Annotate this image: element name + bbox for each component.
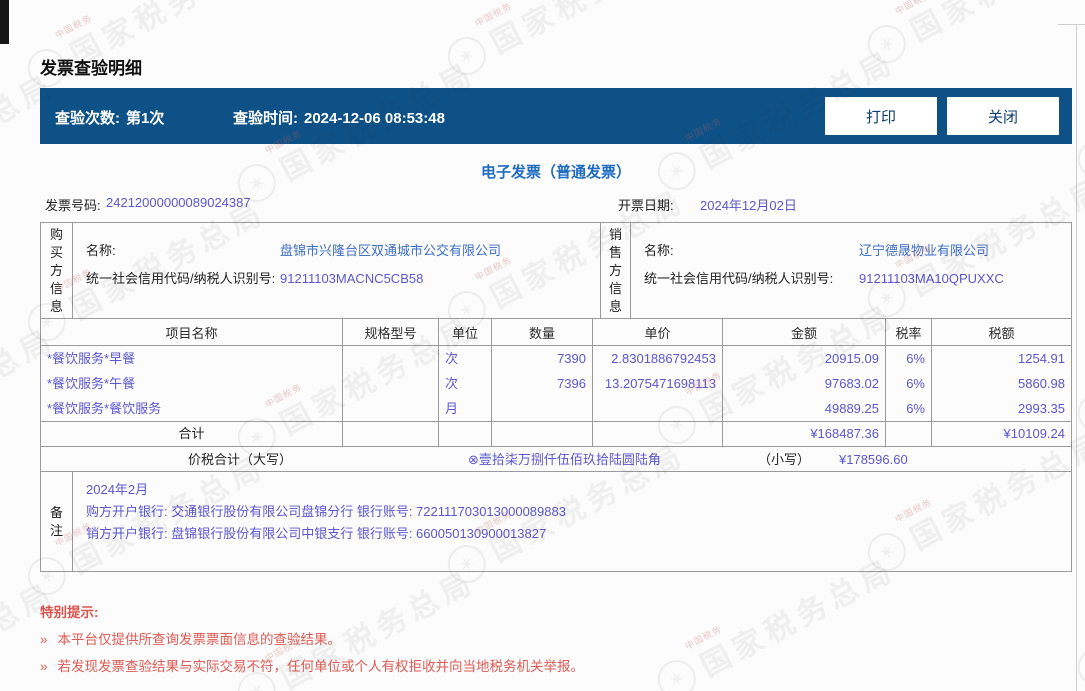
remark-line: 购方开户银行: 交通银行股份有限公司盘锦分行 银行账号: 72211170301… [86,504,566,519]
header-qty: 数量 [492,319,593,345]
header-amount: 金额 [723,319,886,345]
buyer-name-label: 名称: [86,243,116,258]
watermark-subtext: 中国税务 [473,0,514,29]
buyer-panel: 购买方信息 名称: 盘锦市兴隆台区双通城市公交有限公司 统一社会信用代码/纳税人… [41,223,601,318]
grand-total-row: 价税合计（大写） ⊗壹拾柒万捌仟伍佰玖拾陆圆陆角 （小写） ¥178596.60 [41,447,1071,472]
remark-line: 销方开户银行: 盘锦银行股份有限公司中银支行 银行账号: 66005013090… [86,526,547,541]
header-unit: 单位 [439,319,492,345]
header-tax: 税额 [988,325,1015,341]
issue-date-value: 2024年12月02日 [700,198,797,213]
check-time-field: 查验时间: 2024-12-06 08:53:48 [233,107,445,128]
watermark-subtext: 中国税务 [53,12,94,41]
notice-item: » 本平台仅提供所查询发票票面信息的查验结果。 [40,628,341,648]
tax-emblem-icon: ✶ [861,18,913,70]
watermark-tile: ✶中国税务国家税务总局 [860,0,1085,72]
watermark-text: 国家税务总局 [481,0,692,62]
print-button[interactable]: 打印 [825,97,937,135]
seller-name-label: 名称: [644,243,674,258]
invoice-number-value: 24212000000089024387 [106,195,251,210]
invoice-verification-page: 发票查验明细 查验次数: 第1次 查验时间: 2024-12-06 08:53:48… [0,0,1085,691]
chevron-bullet-icon: » [40,659,48,674]
verification-toolbar: 查验次数: 第1次 查验时间: 2024-12-06 08:53:48 打印 关闭 [40,88,1072,144]
header-rate: 税率 [886,319,932,345]
watermark-text: 国家税务总局 [901,0,1085,50]
grand-total-figures-label: （小写） [758,452,811,467]
notice-item: » 若发现发票查验结果与实际交易不符，任何单位或个人有权拒收并向当地税务机关举报。 [40,655,584,675]
header-item-name: 项目名称 [41,319,343,345]
seller-name-value: 辽宁德晟物业有限公司 [859,243,990,258]
check-count-field: 查验次数: 第1次 [55,107,164,128]
table-row: *餐饮服务*午餐 次 7396 13.2075471698113 97683.0… [41,371,1071,396]
totals-amount: ¥168487.36 [723,422,886,446]
grand-total-words-value: ⊗壹拾柒万捌仟伍佰玖拾陆圆陆角 [468,452,661,467]
notice-item-text: 若发现发票查验结果与实际交易不符，任何单位或个人有权拒收并向当地税务机关举报。 [57,659,585,674]
header-spec: 规格型号 [343,319,439,345]
invoice-type-title: 电子发票（普通发票） [480,164,631,181]
buyer-name-line: 名称: 盘锦市兴隆台区双通城市公交有限公司 [73,237,600,265]
seller-name-line: 名称: 辽宁德晟物业有限公司 [631,237,1071,265]
check-time-label: 查验时间: [233,110,298,127]
seller-info: 名称: 辽宁德晟物业有限公司 统一社会信用代码/纳税人识别号: 91211103… [631,223,1071,318]
invoice-number-label: 发票号码: [45,198,101,213]
container-right-border [1076,25,1077,691]
seller-side-label: 销售方信息 [601,223,631,318]
seller-taxid-label: 统一社会信用代码/纳税人识别号: [644,271,834,286]
notice-title: 特别提示: [40,605,99,620]
watermark-subtext: 中国税务 [683,623,724,652]
check-time-value: 2024-12-06 08:53:48 [304,110,445,127]
watermark-tile: ✶中国税务国家税务总局 [20,0,273,96]
chevron-bullet-icon: » [40,632,48,647]
items-table-header: 项目名称 规格型号 单位 数量 单价 金额 税率 税额 [41,319,1071,346]
totals-label: 合计 [41,422,343,446]
buyer-taxid-line: 统一社会信用代码/纳税人识别号: 91211103MACNC5CB58 [73,265,600,293]
buyer-side-label: 购买方信息 [41,223,73,318]
buyer-name-value: 盘锦市兴隆台区双通城市公交有限公司 [280,243,502,258]
buyer-info: 名称: 盘锦市兴隆台区双通城市公交有限公司 统一社会信用代码/纳税人识别号: 9… [73,223,600,318]
grand-total-words-label: 价税合计（大写） [187,452,292,467]
tax-emblem-icon: ✶ [1071,641,1085,691]
tax-emblem-icon: ✶ [441,30,493,82]
remark-line: 2024年2月 [86,482,149,497]
check-count-label: 查验次数: [55,110,120,127]
container-top-border [1058,24,1085,25]
header-price: 单价 [593,319,723,345]
page-title: 发票查验明细 [40,59,142,78]
grand-total-figures-value: ¥178596.60 [839,452,908,467]
window-edge-mark [0,0,9,44]
remarks-side-label: 备注 [41,472,73,572]
issue-date-label: 开票日期: [618,198,674,213]
tax-emblem-icon: ✶ [651,653,703,691]
check-count-value: 第1次 [126,110,165,127]
close-button[interactable]: 关闭 [947,97,1059,135]
table-row: *餐饮服务*早餐 次 7390 2.8301886792453 20915.09… [41,346,1071,371]
notice-item-text: 本平台仅提供所查询发票票面信息的查验结果。 [57,632,342,647]
seller-panel: 销售方信息 名称: 辽宁德晟物业有限公司 统一社会信用代码/纳税人识别号: 91… [601,223,1071,318]
watermark-tile: ✶中国税务国家税务总局 [440,0,693,84]
invoice-body: 购买方信息 名称: 盘锦市兴隆台区双通城市公交有限公司 统一社会信用代码/纳税人… [40,222,1072,572]
totals-row: 合计 ¥168487.36 ¥10109.24 [41,421,1071,447]
buyer-taxid-label: 统一社会信用代码/纳税人识别号: [86,271,276,286]
buyer-taxid-value: 91211103MACNC5CB58 [280,271,424,286]
party-section: 购买方信息 名称: 盘锦市兴隆台区双通城市公交有限公司 统一社会信用代码/纳税人… [41,223,1071,319]
table-row: *餐饮服务*餐饮服务 月 49889.25 6% 2993.35 [41,396,1071,421]
seller-taxid-line: 统一社会信用代码/纳税人识别号: 91211103MA10QPUXXC [631,265,1071,293]
remarks-section: 备注 2024年2月 购方开户银行: 交通银行股份有限公司盘锦分行 银行账号: … [41,472,1071,572]
tax-emblem-icon: ✶ [1071,387,1085,439]
tax-emblem-icon: ✶ [1071,133,1085,185]
remarks-content: 2024年2月 购方开户银行: 交通银行股份有限公司盘锦分行 银行账号: 722… [73,472,1071,572]
watermark-subtext: 中国税务 [893,0,934,17]
seller-taxid-value: 91211103MA10QPUXXC [859,271,1004,286]
totals-tax: ¥10109.24 [1003,426,1065,441]
